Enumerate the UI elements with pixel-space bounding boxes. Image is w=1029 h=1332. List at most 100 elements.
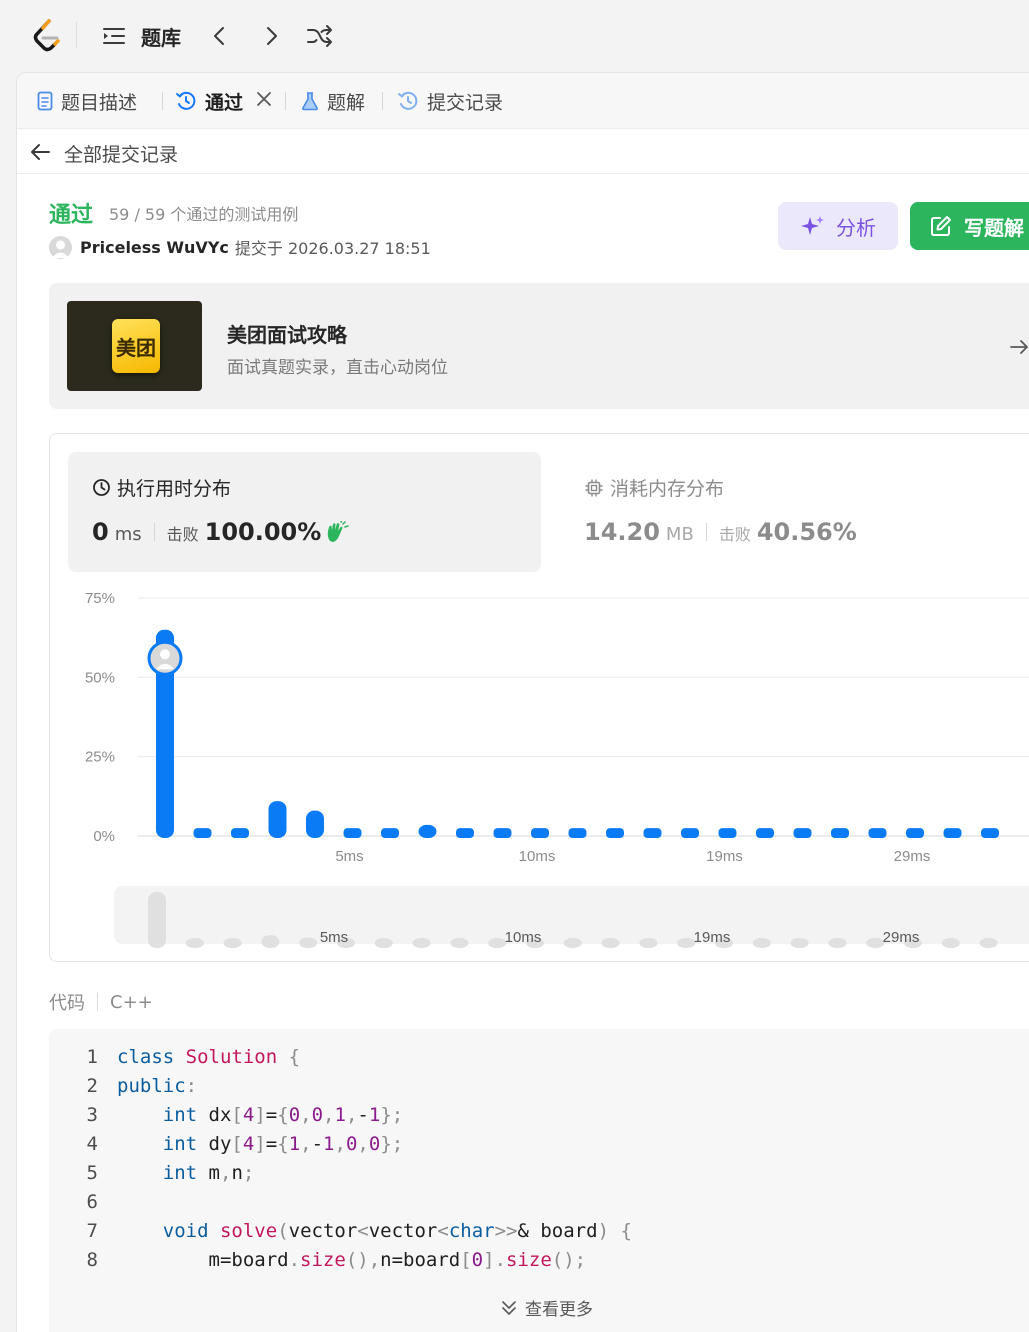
double-chevron-down-icon: [502, 1300, 516, 1315]
navigator-bar: [261, 935, 280, 948]
problem-list-icon[interactable]: [102, 26, 126, 46]
runtime-bar: [493, 828, 512, 838]
navigator-tick-label: 5ms: [320, 929, 348, 946]
nav-divider: [76, 22, 77, 48]
author-name[interactable]: Priceless WuVYc: [80, 238, 229, 257]
close-icon[interactable]: [255, 90, 273, 108]
navigator-bar: [412, 938, 431, 948]
code-line: 5 int m,n;: [49, 1162, 255, 1191]
promo-title: 美团面试攻略: [227, 323, 347, 347]
line-number: 4: [86, 1133, 98, 1155]
tab-separator: [285, 92, 286, 110]
code-header: 代码 C++: [49, 989, 153, 1015]
arrow-left-icon[interactable]: [29, 142, 51, 162]
runtime-bar: [718, 828, 737, 838]
leetcode-logo-icon[interactable]: [30, 18, 64, 54]
code-line: 8 m=board.size(),n=board[0].size();: [49, 1249, 587, 1278]
line-number: 3: [86, 1104, 98, 1126]
runtime-bar: [343, 828, 362, 838]
shuffle-icon[interactable]: [306, 24, 334, 48]
submission-panel: 题目描述 通过 题解 提交记录 全部提交记录 通过 59 / 59 个通过的测试…: [16, 72, 1029, 1332]
sparkle-icon: [801, 216, 824, 235]
runtime-card[interactable]: 执行用时分布 0 ms 击败 100.00%: [68, 452, 541, 572]
navigator-bar: [374, 938, 393, 948]
tab-submissions-label: 提交记录: [427, 91, 504, 114]
x-tick-label: 29ms: [894, 848, 931, 865]
navigator-bar: [450, 938, 469, 948]
chevron-left-icon[interactable]: [209, 24, 231, 48]
promo-banner[interactable]: 美团 美团面试攻略 面试真题实录，直击心动岗位: [49, 283, 1029, 409]
metric-separator: [705, 523, 707, 541]
memory-unit: MB: [665, 524, 694, 545]
memory-beats-label: 击败: [718, 525, 751, 544]
problem-bank-title[interactable]: 题库: [141, 22, 181, 51]
tab-solutions-label: 题解: [327, 91, 366, 114]
back-to-submissions[interactable]: 全部提交记录: [17, 130, 1029, 174]
code-line: 2 public:: [49, 1075, 198, 1104]
y-tick-label: 0%: [93, 828, 115, 845]
runtime-bar: [456, 828, 474, 838]
runtime-title-label: 执行用时分布: [117, 478, 232, 500]
write-solution-label: 写题解: [964, 215, 1024, 240]
runtime-bar: [943, 828, 962, 838]
runtime-bar: [756, 828, 774, 838]
runtime-metric: 0 ms 击败 100.00%: [92, 518, 350, 546]
navigator-tick-label: 29ms: [883, 929, 920, 946]
memory-card[interactable]: 消耗内存分布 14.20 MB 击败 40.56%: [560, 452, 1029, 572]
runtime-bar: [606, 828, 624, 838]
navigator-bar: [866, 938, 885, 948]
code-viewer[interactable]: 1 class Solution { 2 public: 3 int dx[4]={…: [49, 1029, 1029, 1332]
chevron-right-icon[interactable]: [260, 24, 282, 48]
navigator-bar: [979, 938, 998, 948]
runtime-bar: [643, 828, 662, 838]
marker-avatar-head: [160, 649, 170, 660]
document-icon: [37, 91, 53, 111]
promo-subtitle: 面试真题实录，直击心动岗位: [227, 358, 448, 378]
navigator-bar: [601, 938, 620, 948]
x-tick-label: 5ms: [335, 848, 363, 865]
chip-icon: [585, 479, 603, 496]
author-row: Priceless WuVYc 提交于 2026.03.27 18:51: [49, 235, 431, 259]
navigator-bar: [223, 938, 242, 948]
write-solution-button[interactable]: 写题解: [910, 202, 1029, 250]
history-icon: [398, 91, 418, 110]
tab-description[interactable]: 题目描述: [37, 87, 137, 115]
view-more-button[interactable]: 查看更多: [501, 1295, 593, 1320]
navigator-tick-label: 10ms: [505, 929, 542, 946]
code-language: C++: [110, 991, 153, 1013]
all-submissions-label[interactable]: 全部提交记录: [64, 140, 178, 167]
line-number: 8: [86, 1249, 98, 1271]
avatar[interactable]: [49, 235, 72, 259]
tab-accepted[interactable]: 通过: [175, 87, 243, 115]
memory-title-label: 消耗内存分布: [610, 478, 725, 500]
navigator-bar: [488, 938, 507, 948]
meituan-logo: 美团: [112, 319, 160, 373]
runtime-bar: [568, 828, 587, 838]
runtime-bar: [906, 828, 924, 838]
analyze-button[interactable]: 分析: [778, 202, 898, 250]
line-number: 5: [86, 1162, 98, 1184]
navigator-bar: [941, 938, 960, 948]
tab-submissions[interactable]: 提交记录: [397, 87, 503, 115]
navigator-bar: [639, 938, 658, 948]
runtime-distribution-chart[interactable]: 75% 50% 25% 0% 5ms 10ms 19ms 29ms 5ms 10ms 19ms 29m…: [50, 584, 1029, 962]
line-number: 6: [86, 1191, 98, 1213]
runtime-bar: [193, 828, 212, 838]
navigator-bar: [677, 938, 696, 948]
tab-solutions[interactable]: 题解: [301, 87, 365, 115]
runtime-bar: [793, 828, 812, 838]
status-accepted: 通过: [49, 203, 94, 228]
view-more-label: 查看更多: [525, 1300, 593, 1320]
arrow-right-icon[interactable]: [1009, 337, 1029, 357]
navigator-bar: [790, 938, 809, 948]
user-avatar-icon: [52, 240, 69, 258]
runtime-bar: [681, 828, 699, 838]
code-line: 7 void solve(vector<vector<char>>& board…: [49, 1220, 632, 1249]
clapping-hands-icon: [328, 521, 350, 542]
tab-separator: [162, 92, 163, 110]
runtime-bar: [531, 828, 549, 838]
line-number: 2: [86, 1075, 98, 1097]
navigator-tick-label: 19ms: [694, 929, 731, 946]
runtime-bar: [981, 828, 999, 838]
promo-image: 美团: [67, 301, 202, 391]
